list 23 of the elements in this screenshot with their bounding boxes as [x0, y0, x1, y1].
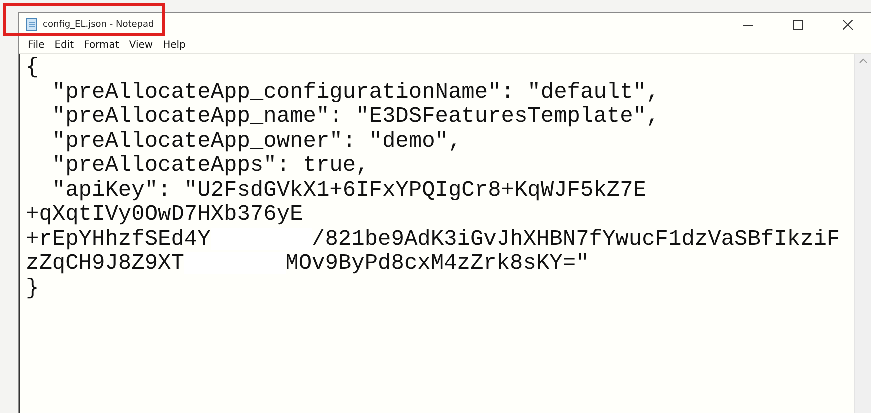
code-text: +rEpYHhzfSEd4Y — [26, 228, 211, 252]
code-text: "preAllocateApps": true, — [51, 154, 370, 178]
code-text: MOv9ByPd8cxM4zZrk8sKY=" — [286, 252, 590, 276]
scroll-up-icon[interactable] — [858, 58, 868, 64]
code-text: "apiKey": "U2FsdGVkX1+6IFxYPQIgCr8+KqWJF5kZ7E — [51, 178, 647, 203]
close-icon — [843, 20, 853, 30]
menu-item[interactable]: Format — [79, 40, 124, 50]
code-text: +qXqtIVy0OwD7HXb376yE — [26, 203, 304, 228]
window-title: config_EL.json - Notepad — [43, 20, 154, 30]
menu-item[interactable]: File — [23, 40, 50, 50]
notepad-icon — [25, 18, 39, 32]
code-text: /821be9AdK3iGvJhXHBN7fYwucF1dzVaSBfIkziF — [312, 228, 840, 252]
maximize-icon — [793, 20, 803, 30]
code-text: zZqCH9J8Z9XT — [26, 252, 184, 276]
code-text: { — [26, 56, 40, 80]
code-text: } — [26, 276, 40, 301]
menu-item[interactable]: Help — [158, 40, 191, 50]
menu-item[interactable]: Edit — [50, 40, 80, 50]
menu-item[interactable]: View — [124, 40, 158, 50]
scrollbar[interactable] — [854, 54, 871, 413]
code-text: "preAllocateApp_configurationName": "default", — [51, 80, 660, 105]
code-text: "preAllocateApp_name": "E3DSFeaturesTemplate", — [51, 105, 660, 130]
code-text: "preAllocateApp_owner": "demo", — [51, 130, 462, 154]
